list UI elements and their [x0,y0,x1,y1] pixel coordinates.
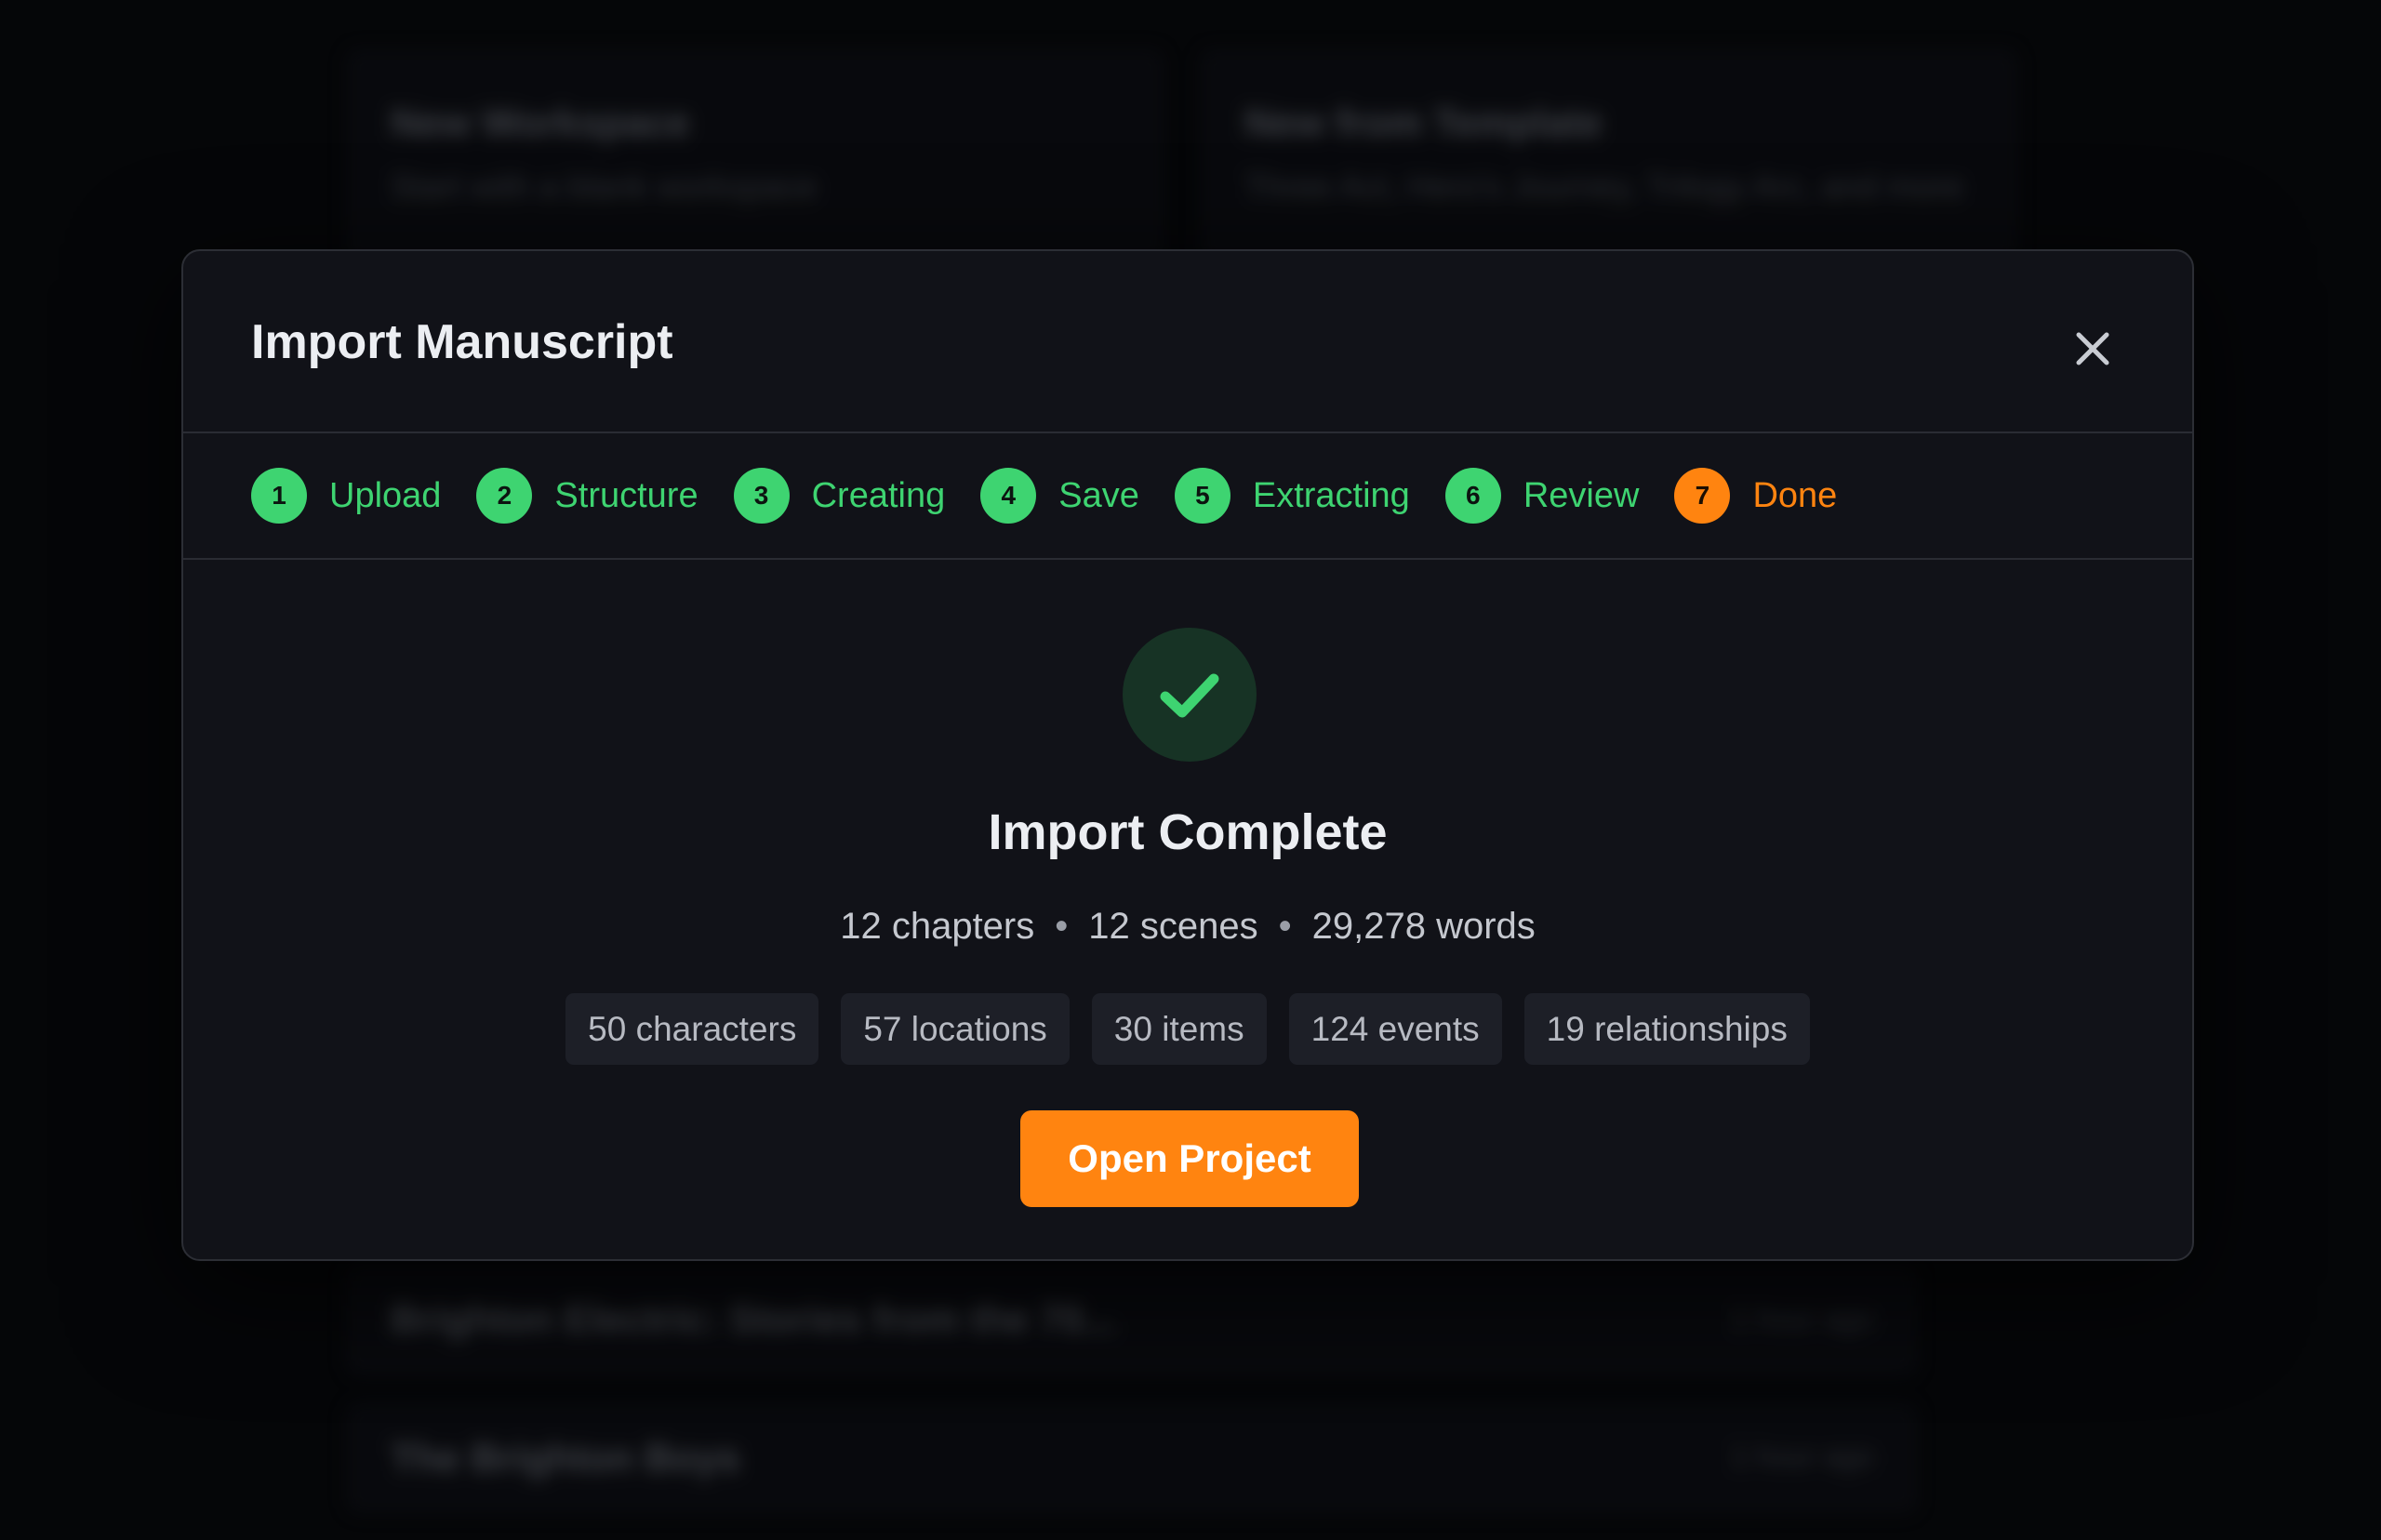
items-chip: 30 items [1091,993,1267,1065]
step-label: Creating [811,475,946,515]
open-project-button[interactable]: Open Project [1020,1110,1359,1207]
locations-chip: 57 locations [841,993,1070,1065]
events-chip: 124 events [1288,993,1502,1065]
step-done[interactable]: 7 Done [1674,468,1837,524]
separator-dot: • [1278,906,1292,947]
new-workspace-subtitle: Start with a blank workspace [391,167,818,206]
import-manuscript-modal: Import Manuscript 1 Upload 2 Structure 3… [181,249,2194,1261]
relationships-chip: 19 relationships [1523,993,1810,1065]
step-number: 4 [980,468,1037,524]
step-save[interactable]: 4 Save [980,468,1139,524]
step-number: 5 [1174,468,1230,524]
step-number: 2 [476,468,533,524]
project-row-meta: 1 hour ago [1730,1440,1873,1473]
step-structure[interactable]: 2 Structure [476,468,698,524]
modal-title: Import Manuscript [251,315,673,369]
import-result: Import Complete 12 chapters • 12 scenes • 29… [183,560,2192,1259]
scenes-count: 12 scenes [1088,906,1258,947]
project-row: Brighton Electric: Stories from the 70..… [346,1265,1918,1376]
separator-dot: • [1055,906,1069,947]
step-label: Save [1058,475,1139,515]
step-upload[interactable]: 1 Upload [251,468,441,524]
step-review[interactable]: 6 Review [1444,468,1640,524]
step-number: 6 [1444,468,1501,524]
step-label: Done [1752,475,1838,515]
step-label: Extracting [1252,475,1410,515]
step-number: 1 [251,468,307,524]
step-label: Structure [554,475,698,515]
step-creating[interactable]: 3 Creating [733,468,946,524]
step-label: Review [1523,475,1640,515]
project-row-title: Brighton Electric: Stories from the 70..… [391,1296,1116,1340]
new-from-template-card: New from Template Three Act, Hero's Jour… [1200,48,2018,262]
new-from-template-title: New from Template [1244,100,1603,144]
project-row-meta: 1 hour ago [1730,1302,1873,1335]
step-number: 7 [1674,468,1731,524]
chapters-count: 12 chapters [840,906,1035,947]
success-badge [1123,628,1257,762]
import-complete-title: Import Complete [988,804,1388,860]
new-workspace-card: New Workspace Start with a blank workspa… [346,48,1164,262]
modal-header: Import Manuscript [183,251,2192,433]
entity-counts: 50 characters 57 locations 30 items 124 … [183,993,2192,1065]
check-icon [1160,673,1219,718]
characters-chip: 50 characters [565,993,819,1065]
words-count: 29,278 words [1311,906,1536,947]
step-label: Upload [329,475,442,515]
project-row: The Brighton Boys 1 hour ago [346,1402,1918,1514]
step-extracting[interactable]: 5 Extracting [1174,468,1410,524]
close-icon [2076,332,2109,365]
import-steps: 1 Upload 2 Structure 3 Creating 4 Save 5… [183,433,2192,560]
new-from-template-subtitle: Three Act, Hero's Journey, Trilogy Arc, … [1244,167,1963,206]
close-button[interactable] [2068,324,2118,374]
new-workspace-title: New Workspace [391,100,690,144]
step-number: 3 [733,468,790,524]
import-summary: 12 chapters • 12 scenes • 29,278 words [183,906,2192,948]
project-row-title: The Brighton Boys [391,1436,740,1480]
